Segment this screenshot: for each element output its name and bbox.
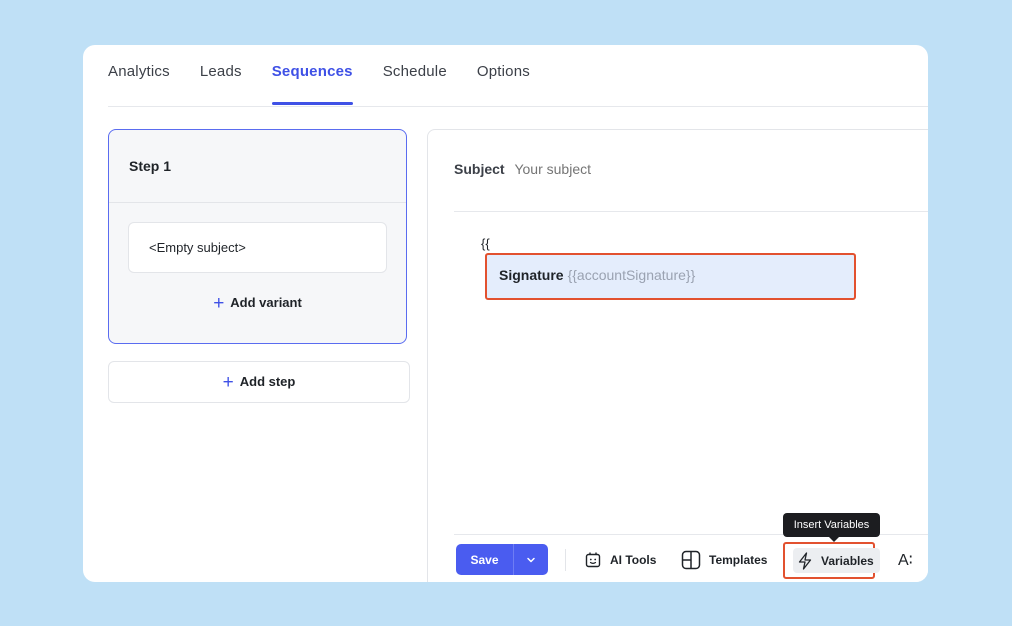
layout-template-icon bbox=[681, 550, 701, 569]
step-card[interactable]: Step 1 <Empty subject> + Add variant bbox=[108, 129, 407, 344]
step-divider bbox=[109, 202, 406, 203]
sequence-editor-card: Analytics Leads Sequences Schedule Optio… bbox=[83, 45, 928, 582]
variables-label: Variables bbox=[821, 553, 874, 568]
suggestion-name: Signature bbox=[499, 267, 564, 283]
ai-tools-label: AI Tools bbox=[610, 552, 657, 567]
font-style-button[interactable]: A∶ bbox=[898, 544, 913, 575]
plus-icon: + bbox=[213, 293, 225, 314]
add-step-button[interactable]: + Add step bbox=[108, 361, 410, 403]
ai-tools-button[interactable]: AI Tools bbox=[584, 544, 656, 575]
save-button[interactable]: Save bbox=[456, 553, 513, 567]
save-button-group: Save bbox=[456, 544, 548, 575]
subject-label: Subject bbox=[454, 161, 505, 177]
robot-icon bbox=[585, 552, 601, 567]
add-step-label: Add step bbox=[239, 374, 296, 389]
lightning-icon bbox=[798, 551, 812, 570]
editor-divider bbox=[454, 211, 928, 212]
tab-leads[interactable]: Leads bbox=[200, 45, 242, 106]
tab-analytics[interactable]: Analytics bbox=[108, 45, 170, 106]
templates-label: Templates bbox=[709, 552, 768, 567]
subject-input[interactable] bbox=[514, 161, 815, 177]
variant-item[interactable]: <Empty subject> bbox=[128, 222, 387, 273]
plus-icon: + bbox=[222, 372, 234, 393]
variables-tooltip: Insert Variables bbox=[783, 513, 880, 542]
suggestion-variable: {{accountSignature}} bbox=[567, 267, 696, 283]
tab-options[interactable]: Options bbox=[477, 45, 530, 106]
chevron-down-icon bbox=[527, 557, 535, 562]
add-variant-label: Add variant bbox=[230, 295, 302, 310]
variable-suggestion[interactable]: Signature {{accountSignature}} bbox=[485, 253, 856, 300]
variables-button[interactable]: Variables bbox=[783, 542, 880, 579]
toolbar-separator bbox=[565, 549, 566, 571]
subject-row: Subject bbox=[454, 161, 815, 177]
tab-schedule[interactable]: Schedule bbox=[383, 45, 447, 106]
step-title: Step 1 bbox=[129, 158, 172, 174]
email-body-text[interactable]: {{ bbox=[481, 236, 490, 251]
templates-button[interactable]: Templates bbox=[681, 544, 767, 575]
tab-bar: Analytics Leads Sequences Schedule Optio… bbox=[108, 45, 928, 107]
email-editor: Subject {{ Signature{{accountSignature}}… bbox=[427, 129, 928, 582]
tab-sequences[interactable]: Sequences bbox=[271, 45, 353, 106]
save-options-button[interactable] bbox=[514, 544, 548, 575]
add-variant-button[interactable]: + Add variant bbox=[109, 293, 406, 315]
variables-button-inner: Variables bbox=[793, 548, 880, 573]
